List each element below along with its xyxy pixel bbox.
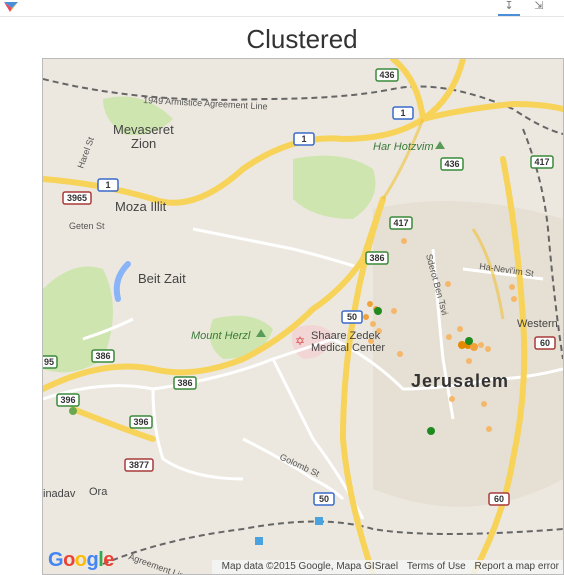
report-error-link[interactable]: Report a map error: [475, 561, 559, 572]
place-label-zion: Zion: [131, 136, 156, 151]
single-marker: [374, 307, 382, 315]
transit-icon: [255, 537, 263, 545]
place-label-inadav: inadav: [43, 488, 76, 500]
page-title: Clustered: [246, 24, 358, 54]
road-shield-3965: 3965: [62, 191, 92, 205]
street-label-harel: Harel St: [75, 135, 96, 169]
road-shield-386: 386: [365, 251, 389, 265]
cluster-marker: [401, 238, 407, 244]
map-data-credit: Map data ©2015 Google, Mapa GISrael: [221, 561, 399, 572]
cluster-marker: [370, 321, 376, 327]
download-icon[interactable]: ↧: [498, 0, 520, 16]
cluster-marker: [486, 426, 492, 432]
svg-text:1: 1: [301, 134, 306, 144]
road-shield-386: 386: [91, 349, 115, 363]
road-shield-1: 1: [392, 106, 414, 120]
app-logo-icon: [4, 2, 18, 12]
cluster-marker: [363, 314, 369, 320]
place-label-jerusalem: Jerusalem: [411, 371, 509, 391]
road-shield-60: 60: [488, 492, 510, 506]
svg-text:3877: 3877: [129, 460, 149, 470]
road-shield-396: 396: [56, 393, 80, 407]
single-marker: [427, 427, 435, 435]
svg-text:60: 60: [540, 338, 550, 348]
mountain-icon: [435, 141, 445, 149]
place-label-shaare-1: Shaare Zedek: [311, 330, 381, 342]
street-label-geten: Geten St: [69, 221, 105, 231]
single-marker: [69, 407, 77, 415]
svg-text:386: 386: [369, 253, 384, 263]
road-shield-3877: 3877: [124, 458, 154, 472]
transit-icon: [315, 517, 323, 525]
map-attribution: Map data ©2015 Google, Mapa GISrael Term…: [211, 560, 563, 574]
hospital-icon: ✡: [295, 334, 305, 348]
street-label-agreement: Agreement Line: [127, 551, 190, 574]
cluster-marker: [511, 296, 517, 302]
google-logo[interactable]: Google: [48, 549, 114, 572]
svg-text:1: 1: [105, 180, 110, 190]
cluster-marker: [466, 358, 472, 364]
map-svg: ✡ Mevaseret Zion Moza Illit Beit Zait Ha…: [43, 59, 563, 574]
road-shield-436: 436: [375, 68, 399, 82]
svg-text:95: 95: [44, 357, 54, 367]
place-label-beit-zait: Beit Zait: [138, 271, 186, 286]
terms-of-use-link[interactable]: Terms of Use: [407, 561, 466, 572]
svg-text:3965: 3965: [67, 193, 87, 203]
cluster-marker: [478, 342, 484, 348]
svg-text:436: 436: [444, 159, 459, 169]
place-label-mevaseret: Mevaseret: [113, 122, 174, 137]
place-label-moza: Moza Illit: [115, 199, 167, 214]
cluster-marker: [446, 334, 452, 340]
cluster-marker: [481, 401, 487, 407]
place-label-mount-herzl: Mount Herzl: [191, 330, 251, 342]
road-shield-50: 50: [313, 492, 335, 506]
street-label-armistice: 1949 Armistice Agreement Line: [143, 95, 268, 112]
road-shield-417: 417: [530, 155, 554, 169]
cluster-marker: [397, 351, 403, 357]
highway-1-east: [420, 100, 563, 122]
cluster-marker: [457, 326, 463, 332]
cluster-marker: [445, 281, 451, 287]
road-shield-386: 386: [173, 376, 197, 390]
cluster-marker: [367, 301, 373, 307]
top-toolbar: ↧ ⇲: [0, 0, 564, 17]
street-label-golomb: Golomb St: [278, 452, 321, 479]
reservoir: [113, 261, 131, 302]
road-shield-396: 396: [129, 415, 153, 429]
place-label-ora: Ora: [89, 486, 108, 498]
park-area: [293, 155, 376, 219]
svg-text:386: 386: [177, 378, 192, 388]
svg-text:386: 386: [95, 351, 110, 361]
road-shield-436: 436: [440, 157, 464, 171]
place-label-har-hotzvim: Har Hotzvim: [373, 141, 434, 153]
single-marker: [465, 337, 473, 345]
road-shield-95: 95: [43, 355, 58, 369]
place-label-shaare-2: Medical Center: [311, 342, 385, 354]
road-shield-60: 60: [534, 336, 556, 350]
road-shield-417: 417: [389, 216, 413, 230]
svg-text:60: 60: [494, 494, 504, 504]
svg-text:396: 396: [60, 395, 75, 405]
svg-text:417: 417: [534, 157, 549, 167]
cluster-marker: [485, 346, 491, 352]
svg-text:417: 417: [393, 218, 408, 228]
road-shield-50: 50: [341, 310, 363, 324]
place-label-western: Western: [517, 318, 558, 330]
svg-text:50: 50: [347, 312, 357, 322]
svg-text:436: 436: [379, 70, 394, 80]
cluster-marker: [509, 284, 515, 290]
svg-text:50: 50: [319, 494, 329, 504]
cluster-marker: [449, 396, 455, 402]
svg-text:396: 396: [133, 417, 148, 427]
svg-text:1: 1: [400, 108, 405, 118]
cluster-marker: [391, 308, 397, 314]
road-shield-1: 1: [293, 132, 315, 146]
map-canvas[interactable]: ✡ Mevaseret Zion Moza Illit Beit Zait Ha…: [42, 58, 564, 575]
expand-icon[interactable]: ⇲: [528, 0, 550, 14]
road-shield-1: 1: [97, 178, 119, 192]
